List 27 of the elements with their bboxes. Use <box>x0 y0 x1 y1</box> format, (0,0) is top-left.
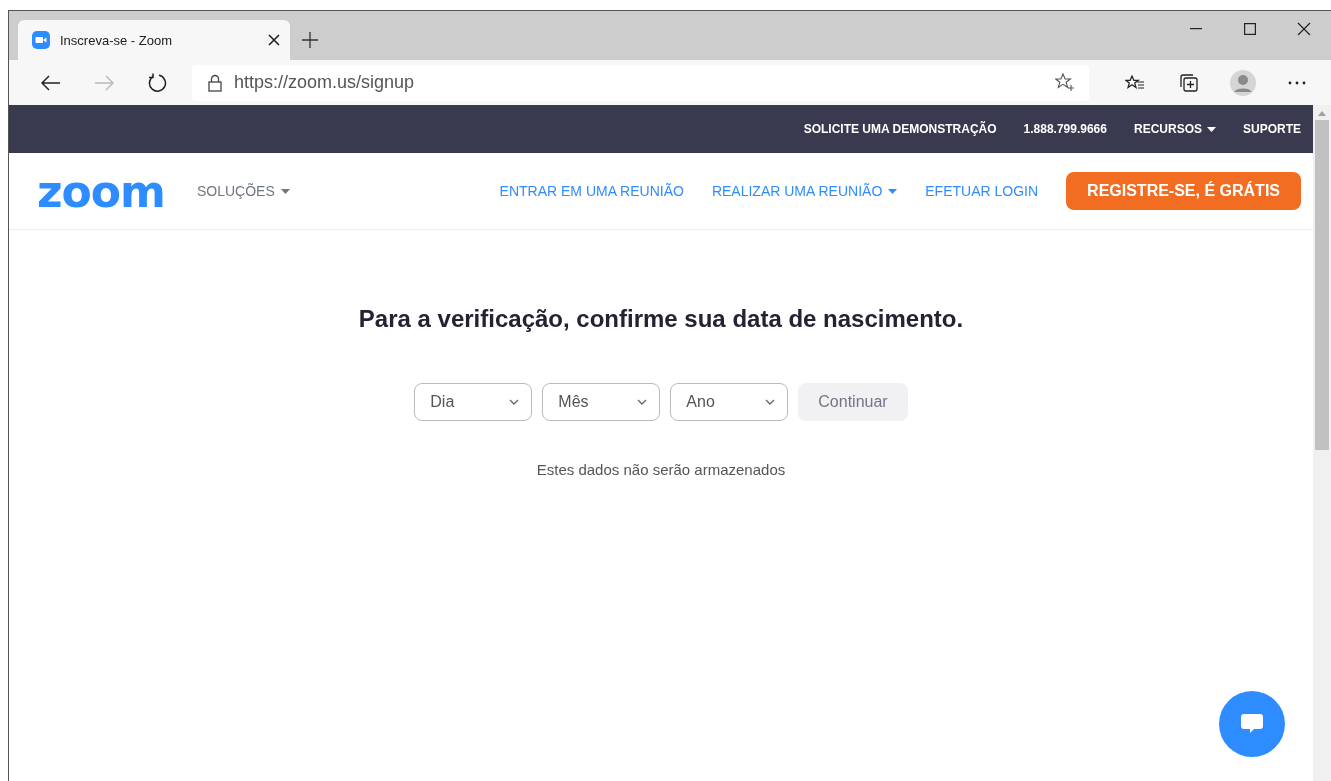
url-text: https://zoom.us/signup <box>233 72 415 93</box>
caret-icon <box>888 188 898 194</box>
lock-icon <box>207 73 222 92</box>
top-bar-link[interactable]: SOLICITE UMA DEMONSTRAÇÃO <box>803 122 997 136</box>
chevron-down-icon <box>509 399 520 405</box>
solutions-menu[interactable]: SOLUÇÕES <box>196 183 290 199</box>
video-camera-icon <box>32 31 50 49</box>
chevron-down-icon <box>765 399 776 405</box>
scroll-up-arrow-icon[interactable] <box>1318 111 1326 116</box>
date-select[interactable]: Dia <box>414 383 533 421</box>
top-bar-link[interactable]: SUPORTE <box>1243 122 1301 136</box>
date-select[interactable]: Ano <box>670 383 789 421</box>
close-icon[interactable] <box>268 34 280 46</box>
caret-icon <box>280 188 290 194</box>
date-select[interactable]: Mês <box>542 383 661 421</box>
page-heading: Para a verificação, confirme sua data de nascimento. <box>358 305 964 333</box>
caret-icon <box>1207 126 1216 132</box>
chevron-down-icon <box>637 399 648 405</box>
star-plus-icon[interactable] <box>1055 73 1075 92</box>
top-bar-link[interactable]: RECURSOS <box>1133 122 1216 136</box>
browser-tab[interactable]: Inscreva-se - Zoom <box>18 20 290 60</box>
tab-title: Inscreva-se - Zoom <box>60 32 173 48</box>
scrollbar[interactable] <box>1313 105 1331 781</box>
speech-bubble-icon <box>1240 713 1264 735</box>
privacy-note: Estes dados não serão armazenados <box>536 461 786 478</box>
address-bar[interactable]: https://zoom.us/signup <box>191 64 1089 101</box>
top-bar-link[interactable]: 1.888.799.9666 <box>1023 122 1107 136</box>
